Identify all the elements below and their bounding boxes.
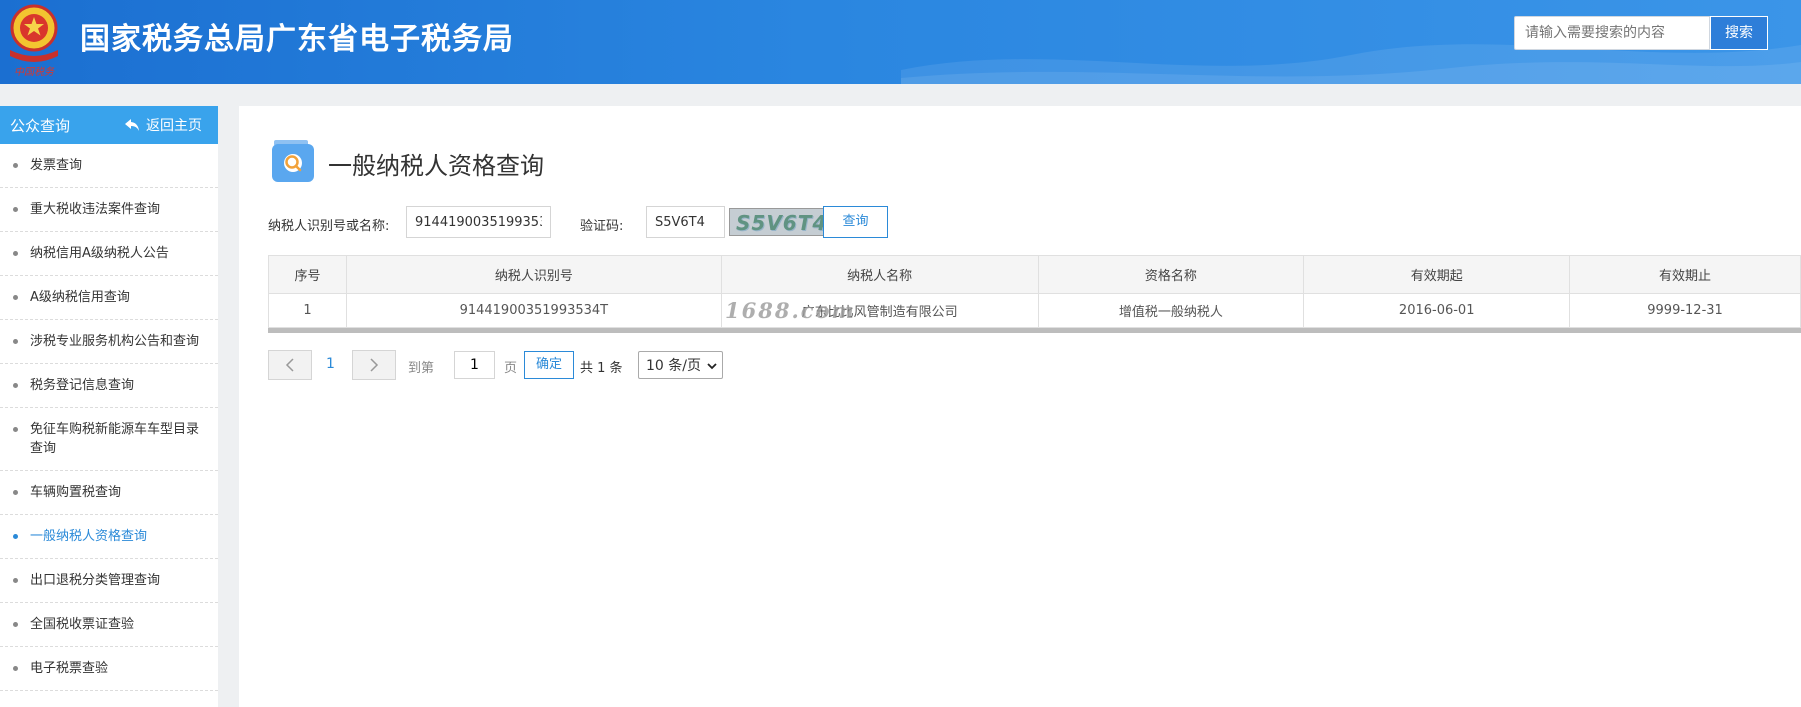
return-arrow-icon xyxy=(125,119,139,131)
bullet-icon xyxy=(13,251,18,256)
sidebar-item-a-level-announcement[interactable]: 纳税信用A级纳税人公告 xyxy=(0,232,218,276)
taxpayer-id-input[interactable] xyxy=(406,206,551,238)
back-home-label: 返回主页 xyxy=(146,118,202,134)
site-header: 中国税务 国家税务总局广东省电子税务局 搜索 xyxy=(0,0,1801,84)
bullet-icon xyxy=(13,295,18,300)
sidebar-menu: 发票查询 重大税收违法案件查询 纳税信用A级纳税人公告 A级纳税信用查询 涉税专… xyxy=(0,144,218,691)
col-header-index: 序号 xyxy=(268,255,347,294)
sidebar-item-new-energy-vehicle[interactable]: 免征车购税新能源车车型目录查询 xyxy=(0,408,218,471)
table-header-row: 序号 纳税人识别号 纳税人名称 资格名称 有效期起 有效期止 xyxy=(268,255,1801,294)
cell-index: 1 xyxy=(268,293,347,328)
goto-label: 到第 xyxy=(408,361,435,376)
bullet-icon xyxy=(13,578,18,583)
col-header-valid-from: 有效期起 xyxy=(1303,255,1571,294)
table-horizontal-scrollbar[interactable] xyxy=(268,328,1801,333)
sidebar-item-tax-receipt-check[interactable]: 全国税收票证查验 xyxy=(0,603,218,647)
total-count: 共 1 条 xyxy=(580,361,623,376)
sidebar-item-label: 车辆购置税查询 xyxy=(30,485,122,500)
prev-page-button[interactable] xyxy=(268,350,312,380)
sidebar-item-label: 全国税收票证查验 xyxy=(30,617,135,632)
sidebar-item-label: 重大税收违法案件查询 xyxy=(30,202,161,217)
bullet-icon xyxy=(13,490,18,495)
page-size-select[interactable]: 10 条/页 xyxy=(638,351,723,379)
sidebar-item-label: 电子税票查验 xyxy=(30,661,109,676)
col-header-qualification: 资格名称 xyxy=(1037,255,1305,294)
sidebar-item-label: 一般纳税人资格查询 xyxy=(30,529,148,544)
bullet-icon xyxy=(13,207,18,212)
sidebar-item-label: A级纳税信用查询 xyxy=(30,290,130,305)
chevron-down-icon xyxy=(707,363,717,370)
goto-page-input[interactable] xyxy=(454,351,495,379)
sidebar-item-major-violation-query[interactable]: 重大税收违法案件查询 xyxy=(0,188,218,232)
goto-confirm-button[interactable]: 确定 xyxy=(524,351,574,379)
sidebar-item-label: 出口退税分类管理查询 xyxy=(30,573,161,588)
sidebar-item-label: 涉税专业服务机构公告和查询 xyxy=(30,334,200,349)
main-panel: 一般纳税人资格查询 纳税人识别号或名称: 验证码: S5V6T4 查询 序号 纳… xyxy=(239,106,1801,707)
page-size-value: 10 条/页 xyxy=(646,358,701,374)
sidebar-item-e-receipt-check[interactable]: 电子税票查验 xyxy=(0,647,218,691)
captcha-image[interactable]: S5V6T4 xyxy=(729,208,830,236)
cell-qualification: 增值税一般纳税人 xyxy=(1037,293,1305,328)
bullet-icon xyxy=(13,534,18,539)
sidebar-item-invoice-query[interactable]: 发票查询 xyxy=(0,144,218,188)
captcha-input[interactable] xyxy=(646,206,725,238)
bullet-icon xyxy=(13,163,18,168)
col-header-taxpayer-id: 纳税人识别号 xyxy=(345,255,722,294)
table-row: 1 91441900351993534T 广东比比风管制造有限公司 增值税一般纳… xyxy=(268,293,1801,328)
sidebar-item-export-refund[interactable]: 出口退税分类管理查询 xyxy=(0,559,218,603)
sidebar-item-tax-service-agency[interactable]: 涉税专业服务机构公告和查询 xyxy=(0,320,218,364)
chevron-left-icon xyxy=(285,358,294,372)
chevron-right-icon xyxy=(370,358,379,372)
page-title: 一般纳税人资格查询 xyxy=(328,152,544,180)
bullet-icon xyxy=(13,339,18,344)
page-number-current[interactable]: 1 xyxy=(326,356,335,372)
sidebar: 公众查询 返回主页 发票查询 重大税收违法案件查询 纳税信用A级纳税人公告 A级… xyxy=(0,106,218,707)
sidebar-item-a-level-credit-query[interactable]: A级纳税信用查询 xyxy=(0,276,218,320)
logo-caption: 中国税务 xyxy=(14,66,55,78)
query-button[interactable]: 查询 xyxy=(823,206,888,238)
sidebar-item-label: 免征车购税新能源车车型目录查询 xyxy=(30,422,200,456)
back-home-button[interactable]: 返回主页 xyxy=(124,115,202,135)
search-input[interactable] xyxy=(1514,16,1710,50)
search-button[interactable]: 搜索 xyxy=(1710,16,1768,50)
cell-valid-from: 2016-06-01 xyxy=(1303,293,1571,328)
sidebar-item-label: 纳税信用A级纳税人公告 xyxy=(30,246,169,261)
bullet-icon xyxy=(13,622,18,627)
sidebar-header: 公众查询 返回主页 xyxy=(0,106,218,144)
result-table: 序号 纳税人识别号 纳税人名称 资格名称 有效期起 有效期止 1 9144190… xyxy=(268,255,1801,328)
cell-valid-to: 9999-12-31 xyxy=(1569,293,1801,328)
search-document-icon xyxy=(272,140,314,182)
sidebar-item-label: 税务登记信息查询 xyxy=(30,378,135,393)
next-page-button[interactable] xyxy=(352,350,396,380)
bullet-icon xyxy=(13,666,18,671)
sidebar-item-label: 发票查询 xyxy=(30,158,83,173)
sidebar-item-general-taxpayer[interactable]: 一般纳税人资格查询 xyxy=(0,515,218,559)
col-header-valid-to: 有效期止 xyxy=(1569,255,1801,294)
tax-emblem-logo: 中国税务 xyxy=(10,4,58,78)
sidebar-title: 公众查询 xyxy=(10,116,71,135)
col-header-taxpayer-name: 纳税人名称 xyxy=(720,255,1039,294)
site-title: 国家税务总局广东省电子税务局 xyxy=(80,22,514,57)
captcha-image-text: S5V6T4 xyxy=(736,211,828,235)
captcha-label: 验证码: xyxy=(580,219,624,234)
taxpayer-label: 纳税人识别号或名称: xyxy=(268,219,390,234)
watermark-text: 1688.com xyxy=(725,298,856,323)
sidebar-item-registration-query[interactable]: 税务登记信息查询 xyxy=(0,364,218,408)
sidebar-item-vehicle-purchase-tax[interactable]: 车辆购置税查询 xyxy=(0,471,218,515)
bullet-icon xyxy=(13,427,18,432)
cell-taxpayer-id: 91441900351993534T xyxy=(345,293,722,328)
page-unit-label: 页 xyxy=(504,361,518,376)
bullet-icon xyxy=(13,383,18,388)
